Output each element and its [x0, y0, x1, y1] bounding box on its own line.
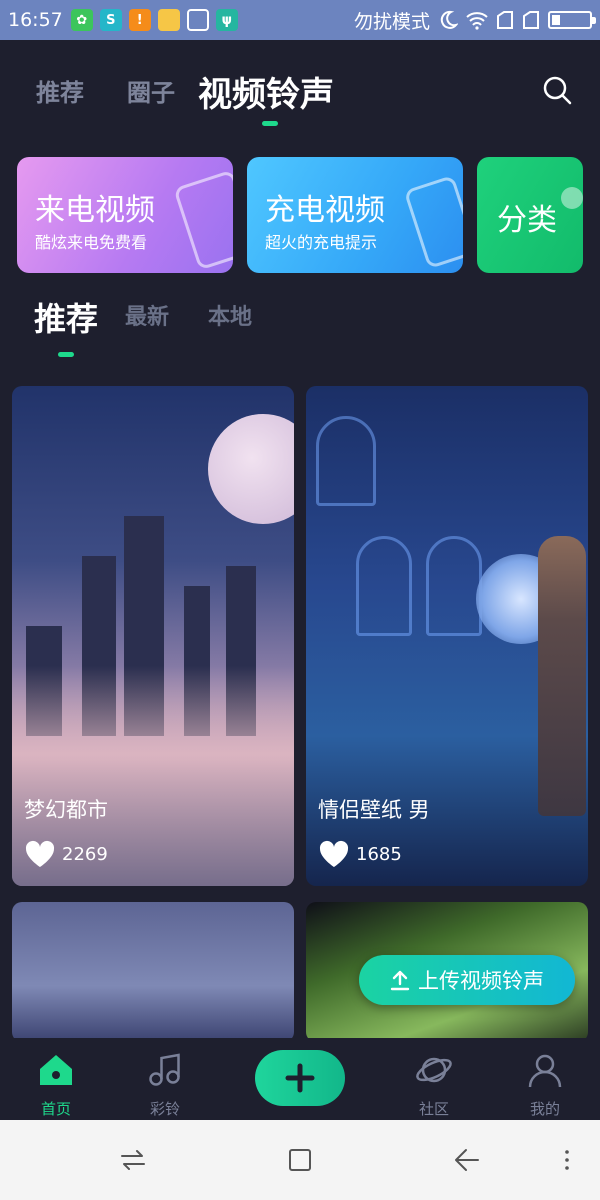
like-count[interactable]: 2269 — [24, 840, 108, 868]
card-subtitle: 超火的充电提示 — [265, 233, 378, 252]
video-card[interactable] — [12, 902, 294, 1042]
nav-color-ring[interactable]: 彩铃 — [130, 1050, 200, 1119]
bottom-nav: 首页 彩铃 社区 我的 — [0, 1038, 600, 1120]
subtab-recommend[interactable]: 推荐 — [34, 294, 98, 340]
charging-video-card[interactable]: 充电视频 超火的充电提示 — [247, 157, 463, 273]
menu-dots-icon[interactable] — [553, 1146, 581, 1174]
usb-icon: ψ — [215, 9, 238, 31]
dnd-mode-text: 勿扰模式 — [353, 10, 430, 33]
system-nav-bar — [0, 1120, 600, 1200]
phone-icon — [173, 169, 233, 271]
tab-circle[interactable]: 圈子 — [127, 73, 175, 108]
like-count-value: 2269 — [62, 843, 108, 865]
video-card[interactable]: 情侣壁纸 男 1685 — [306, 386, 588, 886]
card-subtitle: 酷炫来电免费看 — [35, 233, 148, 252]
back-icon[interactable] — [452, 1146, 480, 1174]
upload-button-label: 上传视频铃声 — [418, 969, 544, 993]
music-icon — [149, 1053, 180, 1086]
app-icon: ✿ — [70, 9, 93, 31]
app-icon: S — [99, 9, 122, 31]
switch-icon[interactable] — [119, 1146, 147, 1174]
nav-label: 首页 — [40, 1100, 71, 1118]
home-square-icon[interactable] — [286, 1146, 314, 1174]
moon-icon — [440, 10, 458, 29]
category-card[interactable]: 分类 — [477, 157, 583, 273]
video-thumbnail — [208, 414, 294, 524]
subtab-local[interactable]: 本地 — [208, 299, 252, 331]
subtab-latest[interactable]: 最新 — [125, 299, 169, 331]
plus-icon — [285, 1063, 315, 1093]
nav-me[interactable]: 我的 — [510, 1050, 580, 1119]
video-title: 梦幻都市 — [24, 798, 108, 822]
like-count-value: 1685 — [356, 843, 402, 865]
tab-video-ringtone[interactable]: 视频铃声 — [198, 67, 334, 116]
card-title: 分类 — [497, 203, 557, 238]
home-icon — [40, 1055, 72, 1085]
subtab-indicator — [58, 352, 74, 357]
nav-home[interactable]: 首页 — [21, 1050, 91, 1119]
planet-icon — [416, 1057, 452, 1083]
signal-icon — [497, 11, 513, 29]
battery-icon — [548, 11, 596, 29]
upload-icon — [390, 970, 410, 991]
nav-community[interactable]: 社区 — [399, 1050, 469, 1119]
card-title: 充电视频 — [265, 193, 385, 228]
nav-label: 社区 — [418, 1100, 449, 1118]
signal-icon — [523, 11, 539, 29]
status-time: 16:57 — [8, 9, 63, 31]
heart-icon — [25, 840, 55, 867]
nav-label: 我的 — [529, 1100, 560, 1118]
folder-icon — [157, 9, 180, 31]
battery-charge-icon — [403, 174, 463, 270]
warning-icon: ! — [128, 9, 151, 31]
tab-indicator — [262, 121, 278, 126]
nav-label: 彩铃 — [149, 1100, 180, 1118]
incoming-call-video-card[interactable]: 来电视频 酷炫来电免费看 — [17, 157, 233, 273]
status-bar: 16:57 ✿ S ! ψ 勿扰模式 — [0, 0, 600, 40]
tab-recommend[interactable]: 推荐 — [36, 73, 84, 108]
heart-icon — [319, 840, 349, 867]
card-title: 来电视频 — [35, 193, 155, 228]
category-icon — [561, 187, 583, 209]
like-count[interactable]: 1685 — [318, 840, 402, 868]
add-button[interactable] — [255, 1050, 345, 1106]
upload-video-ringtone-button[interactable]: 上传视频铃声 — [359, 955, 575, 1005]
brush-icon — [186, 9, 209, 31]
video-title: 情侣壁纸 男 — [318, 798, 430, 822]
wifi-icon — [466, 12, 488, 30]
user-icon — [528, 1054, 562, 1088]
video-card[interactable]: 梦幻都市 2269 — [12, 386, 294, 886]
search-icon[interactable] — [542, 75, 572, 105]
